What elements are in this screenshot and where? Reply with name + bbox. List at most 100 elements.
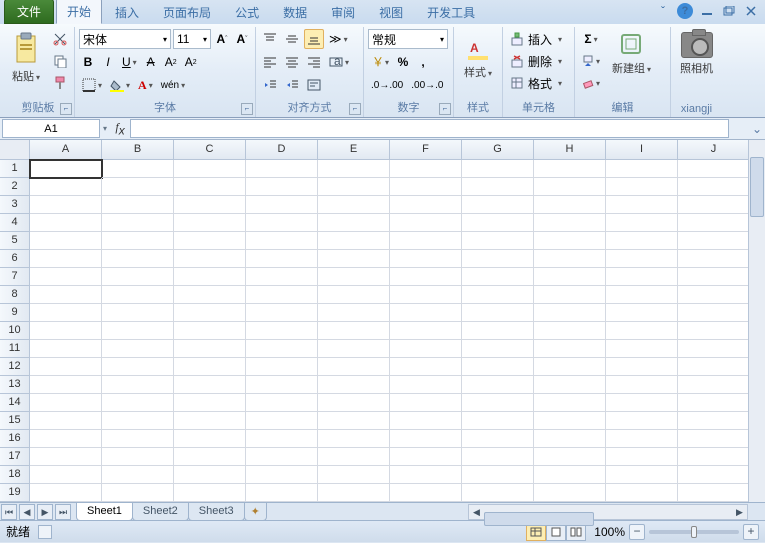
cell[interactable] bbox=[30, 448, 102, 466]
cell[interactable] bbox=[246, 430, 318, 448]
cell[interactable] bbox=[102, 304, 174, 322]
hscroll-right[interactable]: ▶ bbox=[732, 507, 747, 518]
cell[interactable] bbox=[30, 268, 102, 286]
hscroll-left[interactable]: ◀ bbox=[469, 507, 484, 518]
merge-button[interactable]: a bbox=[326, 52, 352, 72]
row-header-12[interactable]: 12 bbox=[0, 358, 30, 376]
cell[interactable] bbox=[606, 412, 678, 430]
cell[interactable] bbox=[678, 448, 750, 466]
strike-button[interactable]: A bbox=[142, 52, 160, 72]
cell[interactable] bbox=[390, 178, 462, 196]
row-header-10[interactable]: 10 bbox=[0, 322, 30, 340]
cell[interactable] bbox=[30, 304, 102, 322]
tab-home[interactable]: 开始 bbox=[56, 0, 102, 24]
align-center-button[interactable] bbox=[282, 52, 302, 72]
expand-formula-bar[interactable]: ⌄ bbox=[749, 122, 765, 136]
cell[interactable] bbox=[462, 178, 534, 196]
row-header-5[interactable]: 5 bbox=[0, 232, 30, 250]
tab-formula[interactable]: 公式 bbox=[224, 0, 270, 24]
row-header-8[interactable]: 8 bbox=[0, 286, 30, 304]
cell[interactable] bbox=[246, 304, 318, 322]
cell[interactable] bbox=[30, 484, 102, 502]
cell[interactable] bbox=[678, 412, 750, 430]
row-header-17[interactable]: 17 bbox=[0, 448, 30, 466]
cell[interactable] bbox=[246, 484, 318, 502]
cell[interactable] bbox=[462, 430, 534, 448]
col-header-D[interactable]: D bbox=[246, 140, 318, 160]
col-header-F[interactable]: F bbox=[390, 140, 462, 160]
cell[interactable] bbox=[534, 322, 606, 340]
cell[interactable] bbox=[462, 340, 534, 358]
cell[interactable] bbox=[678, 268, 750, 286]
row-header-3[interactable]: 3 bbox=[0, 196, 30, 214]
cell[interactable] bbox=[102, 448, 174, 466]
cell[interactable] bbox=[318, 268, 390, 286]
row-header-15[interactable]: 15 bbox=[0, 412, 30, 430]
sheet-nav-next[interactable]: ▶ bbox=[37, 504, 53, 520]
cell[interactable] bbox=[30, 430, 102, 448]
cell[interactable] bbox=[318, 232, 390, 250]
cell[interactable] bbox=[390, 358, 462, 376]
cell[interactable] bbox=[174, 232, 246, 250]
row-header-16[interactable]: 16 bbox=[0, 430, 30, 448]
window-close-icon[interactable] bbox=[743, 3, 759, 19]
cell[interactable] bbox=[102, 178, 174, 196]
cell[interactable] bbox=[678, 430, 750, 448]
font-size-select[interactable]: 11▾ bbox=[173, 29, 211, 49]
cell[interactable] bbox=[462, 448, 534, 466]
cell[interactable] bbox=[174, 484, 246, 502]
cell[interactable] bbox=[390, 286, 462, 304]
cell[interactable] bbox=[246, 448, 318, 466]
wrap-text-button[interactable] bbox=[304, 75, 324, 95]
cell[interactable] bbox=[390, 448, 462, 466]
cell[interactable] bbox=[462, 214, 534, 232]
increase-decimal-button[interactable]: .0→.00 bbox=[368, 75, 406, 95]
underline-button[interactable]: U bbox=[119, 52, 140, 72]
sheet-tab-2[interactable]: Sheet2 bbox=[132, 503, 189, 521]
cell[interactable] bbox=[318, 466, 390, 484]
cell[interactable] bbox=[318, 196, 390, 214]
row-header-14[interactable]: 14 bbox=[0, 394, 30, 412]
cell[interactable] bbox=[678, 250, 750, 268]
cell[interactable] bbox=[174, 160, 246, 178]
cell[interactable] bbox=[246, 286, 318, 304]
cell-grid[interactable] bbox=[30, 160, 750, 502]
cell[interactable] bbox=[246, 214, 318, 232]
cell[interactable] bbox=[462, 196, 534, 214]
select-all-corner[interactable] bbox=[0, 140, 30, 160]
cell[interactable] bbox=[606, 358, 678, 376]
cell[interactable] bbox=[102, 394, 174, 412]
cell[interactable] bbox=[534, 160, 606, 178]
number-dialog-launcher[interactable]: ⌐ bbox=[439, 103, 451, 115]
cell[interactable] bbox=[606, 250, 678, 268]
col-header-E[interactable]: E bbox=[318, 140, 390, 160]
cell[interactable] bbox=[462, 250, 534, 268]
new-sheet-button[interactable]: ✦ bbox=[244, 503, 267, 521]
name-box[interactable] bbox=[2, 119, 100, 138]
cell[interactable] bbox=[678, 286, 750, 304]
cell[interactable] bbox=[30, 196, 102, 214]
cell[interactable] bbox=[606, 304, 678, 322]
cell[interactable] bbox=[102, 358, 174, 376]
cell[interactable] bbox=[462, 322, 534, 340]
font-color-button[interactable]: A bbox=[135, 75, 156, 95]
cell[interactable] bbox=[318, 304, 390, 322]
cell[interactable] bbox=[30, 340, 102, 358]
cell[interactable] bbox=[174, 250, 246, 268]
cell[interactable] bbox=[390, 376, 462, 394]
cell[interactable] bbox=[678, 178, 750, 196]
row-header-2[interactable]: 2 bbox=[0, 178, 30, 196]
col-header-B[interactable]: B bbox=[102, 140, 174, 160]
new-group-button[interactable]: 新建组 bbox=[607, 29, 656, 79]
percent-button[interactable]: % bbox=[394, 52, 412, 72]
cell[interactable] bbox=[174, 412, 246, 430]
insert-cells-button[interactable]: 插入 bbox=[507, 29, 569, 49]
col-header-G[interactable]: G bbox=[462, 140, 534, 160]
tab-data[interactable]: 数据 bbox=[272, 0, 318, 24]
clipboard-dialog-launcher[interactable]: ⌐ bbox=[60, 103, 72, 115]
cell[interactable] bbox=[462, 160, 534, 178]
cell[interactable] bbox=[606, 286, 678, 304]
cell[interactable] bbox=[102, 250, 174, 268]
cell[interactable] bbox=[678, 376, 750, 394]
comma-button[interactable]: , bbox=[414, 52, 432, 72]
